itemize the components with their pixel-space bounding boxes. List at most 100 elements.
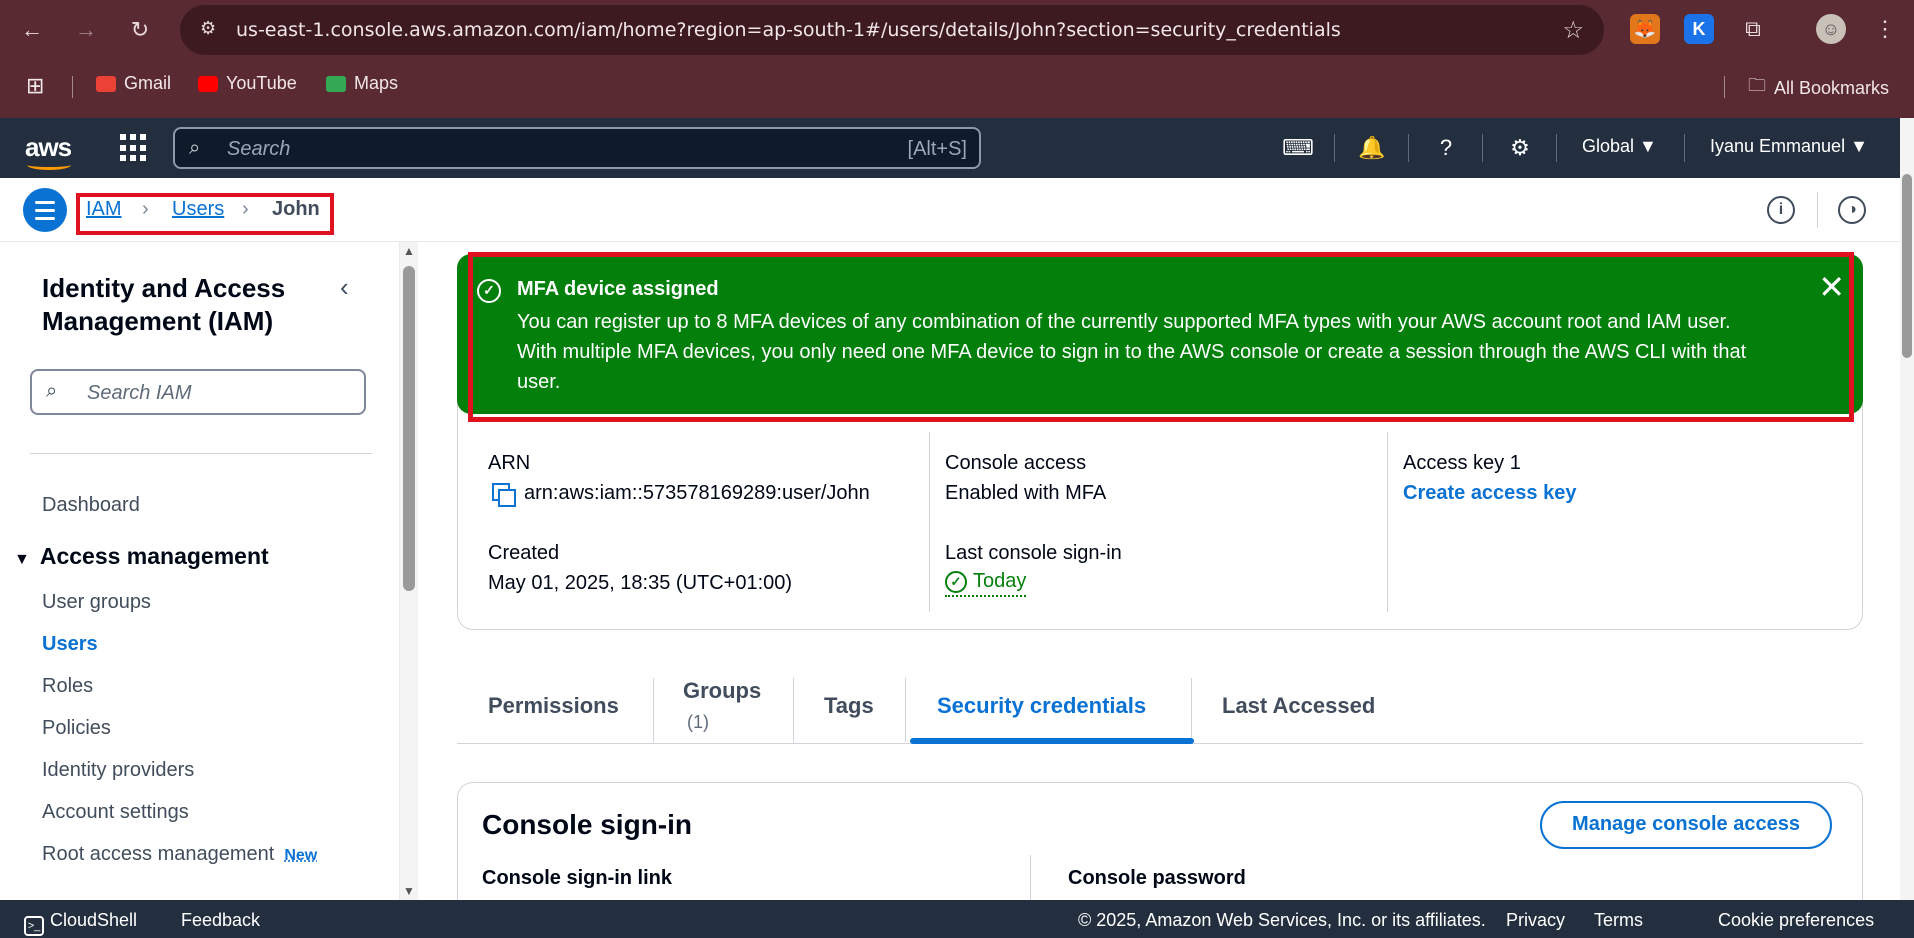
site-settings-icon[interactable]: ⚙ (200, 18, 224, 42)
gmail-icon (96, 75, 116, 92)
tab-count: (1) (687, 712, 709, 732)
console-password-label: Console password (1068, 867, 1246, 889)
sidebar-item-identity-providers[interactable]: Identity providers (42, 759, 194, 782)
console-signin-title: Console sign-in (482, 809, 692, 840)
bookmarks-divider-right (1724, 76, 1725, 98)
sidebar-item-root-access-management[interactable]: Root access management New (42, 843, 317, 866)
address-bar[interactable]: ⚙ us-east-1.console.aws.amazon.com/iam/h… (180, 5, 1604, 55)
sidebar-search-placeholder: Search IAM (87, 382, 192, 404)
sidebar-divider (30, 453, 372, 454)
maps-icon (326, 75, 346, 92)
flash-highlight-box (468, 252, 1854, 422)
last-signin-text: Today (973, 570, 1027, 592)
console-card-divider (1030, 855, 1031, 900)
metamask-extension-icon[interactable]: 🦊 (1630, 14, 1660, 44)
tab-label: Groups (683, 678, 762, 703)
breadcrumb-separator: › (142, 198, 149, 220)
sidebar-item-account-settings[interactable]: Account settings (42, 801, 189, 824)
menu-toggle-icon[interactable] (23, 188, 67, 232)
arn-label: ARN (488, 452, 531, 474)
bookmark-youtube-label: YouTube (226, 73, 297, 93)
new-badge: New (284, 847, 318, 864)
forward-icon[interactable]: → (70, 14, 102, 46)
sidebar-item-policies[interactable]: Policies (42, 717, 111, 740)
back-icon[interactable]: ← (16, 14, 48, 46)
breadcrumb-users[interactable]: Users (172, 198, 224, 221)
copy-icon[interactable] (492, 482, 516, 507)
account-menu[interactable]: Iyanu Emmanuel ▼ (1710, 136, 1868, 157)
help-icon[interactable]: ? (1430, 132, 1462, 164)
k-extension-icon[interactable]: K (1684, 14, 1714, 44)
sidebar-item-dashboard[interactable]: Dashboard (42, 494, 140, 517)
sidebar-title: Identity and Access Management (IAM) (42, 273, 286, 336)
aws-search-placeholder: Search (227, 138, 291, 160)
sidebar-search-input[interactable]: ⌕ Search IAM (30, 369, 366, 415)
cloudshell-button[interactable]: >_ CloudShell (24, 910, 137, 936)
sidebar-item-users[interactable]: Users (42, 633, 98, 656)
page-scrollbar[interactable] (1900, 118, 1914, 900)
aws-footer: >_ CloudShell Feedback © 2025, Amazon Web… (0, 900, 1914, 938)
feedback-hex-icon[interactable]: ◑ (1838, 196, 1866, 224)
services-grid-icon[interactable] (120, 134, 148, 162)
settings-gear-icon[interactable]: ⚙ (1504, 132, 1536, 164)
caret-down-icon: ▼ (14, 551, 30, 568)
bookmark-youtube[interactable]: YouTube (198, 73, 297, 94)
browser-menu-icon[interactable]: ⋮ (1870, 14, 1900, 44)
console-access-label: Console access (945, 452, 1087, 474)
cloudshell-icon[interactable]: ⌨ (1282, 132, 1314, 164)
sidebar: Identity and Access Management (IAM) ‹ ⌕… (0, 242, 400, 900)
collapse-sidebar-icon[interactable]: ‹ (340, 272, 349, 303)
active-tab-indicator (910, 738, 1194, 744)
sidebar-item-user-groups[interactable]: User groups (42, 591, 151, 614)
sidebar-scrollbar[interactable]: ▲ ▼ (400, 242, 418, 900)
last-signin-label: Last console sign-in (945, 542, 1122, 564)
all-bookmarks[interactable]: 🗀 All Bookmarks (1748, 73, 1889, 103)
bookmark-gmail-label: Gmail (124, 73, 172, 93)
created-label: Created (488, 542, 560, 564)
bookmark-star-icon[interactable]: ☆ (1562, 16, 1584, 45)
bookmarks-divider (72, 76, 73, 98)
feedback-link[interactable]: Feedback (181, 910, 260, 931)
created-value: May 01, 2025, 18:35 (UTC+01:00) (488, 572, 793, 594)
reload-icon[interactable]: ↻ (124, 14, 156, 46)
bookmark-maps[interactable]: Maps (326, 73, 398, 94)
cloudshell-label: CloudShell (50, 910, 138, 930)
search-icon: ⌕ (46, 380, 58, 402)
apps-grid-icon[interactable]: ⊞ (26, 73, 44, 99)
region-selector[interactable]: Global ▼ (1582, 136, 1657, 157)
scroll-down-icon[interactable]: ▼ (403, 884, 415, 898)
sidebar-section-access-management[interactable]: ▼ Access management (14, 543, 269, 570)
tab-label: Permissions (488, 693, 619, 718)
aws-search-input[interactable]: ⌕ Search [Alt+S] (173, 127, 981, 169)
url-text[interactable]: us-east-1.console.aws.amazon.com/iam/hom… (236, 19, 1341, 41)
aws-header: aws ⌕ Search [Alt+S] ⌨ 🔔 ? ⚙ Global ▼ Iy… (0, 118, 1914, 178)
folder-icon: 🗀 (1748, 75, 1766, 95)
tab-divider (905, 678, 906, 742)
breadcrumb-john: John (272, 198, 320, 220)
aws-logo[interactable]: aws (25, 132, 72, 170)
info-icon[interactable]: i (1767, 196, 1795, 224)
bookmark-gmail[interactable]: Gmail (96, 73, 171, 94)
manage-console-access-button[interactable]: Manage console access (1540, 801, 1832, 849)
arn-text: arn:aws:iam::573578169289:user/John (524, 482, 870, 504)
scroll-up-icon[interactable]: ▲ (403, 244, 415, 258)
last-signin-value[interactable]: ✓ Today (945, 570, 1027, 597)
header-divider (1684, 134, 1685, 162)
sidebar-item-roles[interactable]: Roles (42, 675, 93, 698)
tab-divider (793, 678, 794, 742)
privacy-link[interactable]: Privacy (1506, 910, 1565, 931)
create-access-key-link[interactable]: Create access key (1403, 482, 1576, 505)
sidebar-scroll-thumb[interactable] (403, 266, 415, 591)
search-shortcut: [Alt+S] (907, 138, 967, 160)
tab-label: Security credentials (937, 693, 1147, 718)
breadcrumb-bar: IAM › Users › John i ◑ (0, 178, 1900, 242)
breadcrumb-iam[interactable]: IAM (86, 198, 122, 221)
all-bookmarks-label: All Bookmarks (1774, 77, 1890, 98)
notifications-bell-icon[interactable]: 🔔 (1356, 132, 1388, 164)
bookmark-maps-label: Maps (354, 73, 399, 93)
cookie-preferences-link[interactable]: Cookie preferences (1718, 910, 1874, 931)
extensions-puzzle-icon[interactable]: ⧉ (1738, 14, 1768, 44)
terms-link[interactable]: Terms (1594, 910, 1643, 931)
page-scroll-thumb[interactable] (1902, 174, 1912, 358)
profile-avatar[interactable]: ☺ (1816, 14, 1846, 44)
